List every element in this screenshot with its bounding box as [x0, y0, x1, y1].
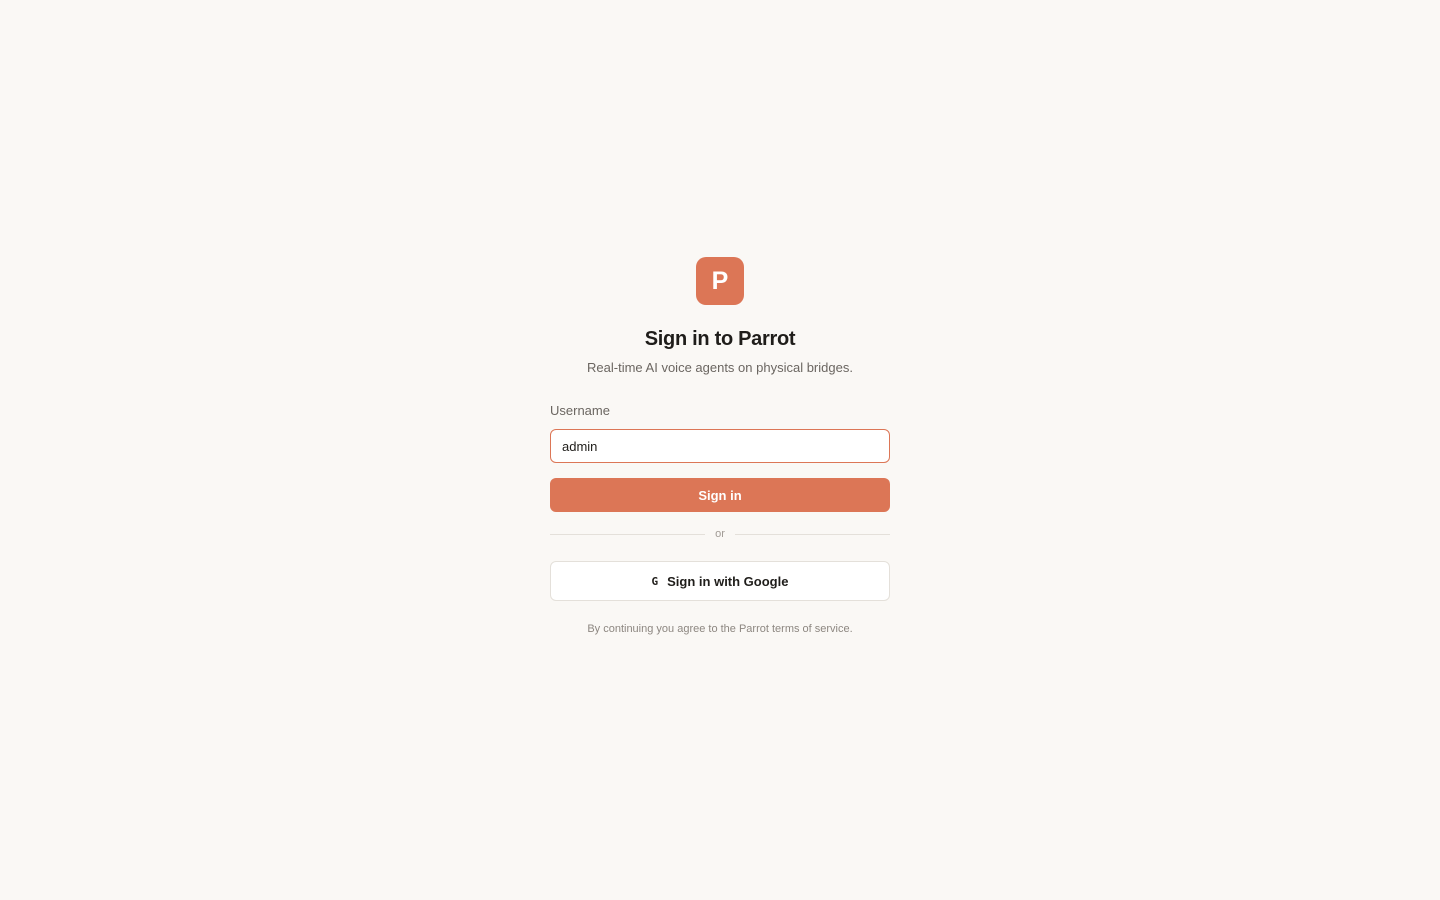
- username-input[interactable]: [550, 429, 890, 463]
- sign-in-button[interactable]: Sign in: [550, 478, 890, 512]
- page-title: Sign in to Parrot: [644, 328, 796, 350]
- terms-notice: By continuing you agree to the Parrot te…: [587, 623, 853, 635]
- page-subtitle: Real-time AI voice agents on physical br…: [587, 360, 853, 375]
- google-sign-in-label: Sign in with Google: [667, 573, 789, 589]
- logo-letter: P: [711, 266, 729, 295]
- divider-text: or: [715, 528, 725, 540]
- sign-in-card: P Sign in to Parrot Real-time AI voice a…: [550, 257, 890, 647]
- parrot-logo: P: [696, 257, 744, 305]
- google-sign-in-button[interactable]: G Sign in with Google: [550, 561, 890, 601]
- divider-line-right: [734, 533, 890, 535]
- sign-in-button-label: Sign in: [698, 487, 742, 503]
- divider-line-left: [550, 533, 706, 535]
- or-divider: or: [550, 527, 890, 541]
- google-icon: G: [651, 574, 659, 588]
- username-label: Username: [550, 403, 610, 418]
